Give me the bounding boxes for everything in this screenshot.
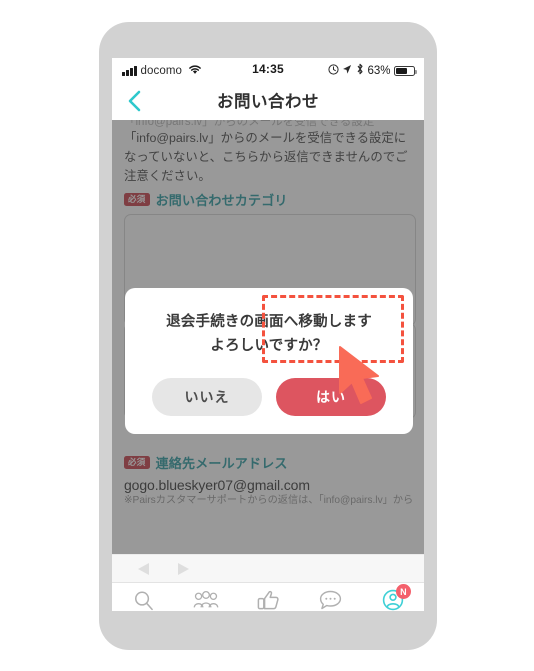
chat-bubble-icon [319,589,342,611]
navigation-bar: お問い合わせ [112,82,424,120]
status-bar-right: 63% [328,62,417,80]
tab-search[interactable]: さがす [112,583,174,611]
location-arrow-icon [342,62,352,80]
thumbs-up-icon [257,589,279,611]
confirm-dialog-message: 退会手続きの画面へ移動します よろしいですか？ [166,314,372,354]
battery-icon [394,65,417,77]
tab-community[interactable]: コミュニティ [174,583,236,611]
confirm-button[interactable]: はい [276,378,386,416]
triangle-left-icon[interactable] [138,563,149,575]
tab-other-badge: N [395,584,411,599]
phone-screen: docomo 14:35 63% お問い合わせ N 退会手続きの画面へ移動します… [112,58,424,611]
search-magnifier-icon [133,589,154,611]
page-title: お問い合わせ [217,93,319,111]
cancel-button[interactable]: いいえ [152,378,262,416]
triangle-right-icon[interactable] [178,563,189,575]
battery-percent-label: 63% [367,65,391,77]
tab-messages[interactable]: メッセージ [299,583,361,611]
confirm-dialog-buttons: いいえ はい [125,378,413,416]
community-people-icon [193,589,219,611]
alarm-clock-icon [328,62,339,80]
confirm-dialog: 退会手続きの画面へ移動します よろしいですか？ いいえ はい [125,288,413,434]
bottom-tab-bar: さがす コミュニティ お相手 [112,582,424,611]
tab-other[interactable]: N その他 [362,583,424,611]
bluetooth-icon [356,62,364,80]
modal-overlay: 退会手続きの画面へ移動します よろしいですか？ いいえ はい [112,120,424,554]
keyboard-accessory-bar [112,554,424,583]
status-bar: docomo 14:35 63% [112,58,424,82]
tab-likes[interactable]: お相手から [237,583,299,611]
